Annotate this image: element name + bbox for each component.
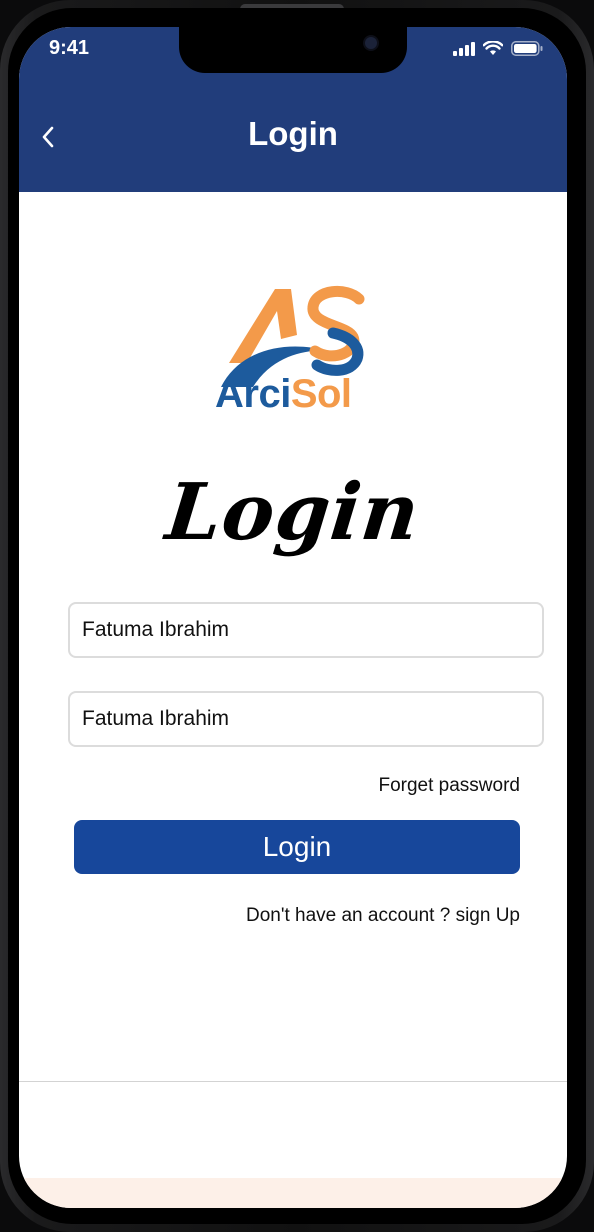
wifi-icon <box>483 41 503 55</box>
username-field[interactable] <box>68 602 544 658</box>
signup-link[interactable]: Don't have an account ? sign Up <box>246 905 520 927</box>
login-button[interactable]: Login <box>74 820 520 874</box>
logo-wordmark: ArciSol <box>215 372 352 417</box>
bottom-band <box>19 1178 567 1208</box>
phone-frame: 9:41 Login ArciSol Login Fatuma Ibrahim … <box>0 0 594 1232</box>
logo-word-part-1: Arci <box>215 372 291 416</box>
status-time: 9:41 <box>49 37 90 59</box>
battery-icon <box>511 41 543 56</box>
signal-icon <box>453 41 475 56</box>
page-title: Login <box>161 467 425 558</box>
forget-password-link[interactable]: Forget password <box>378 775 520 797</box>
app-bar: 9:41 Login <box>19 27 567 192</box>
camera <box>365 37 377 49</box>
status-icons <box>453 41 543 56</box>
logo-word-part-2: Sol <box>290 372 352 416</box>
password-field[interactable] <box>68 691 544 747</box>
screen: 9:41 Login ArciSol Login Fatuma Ibrahim … <box>19 27 567 1208</box>
app-bar-title: Login <box>248 115 338 152</box>
notch <box>179 27 407 73</box>
divider <box>19 1081 567 1082</box>
